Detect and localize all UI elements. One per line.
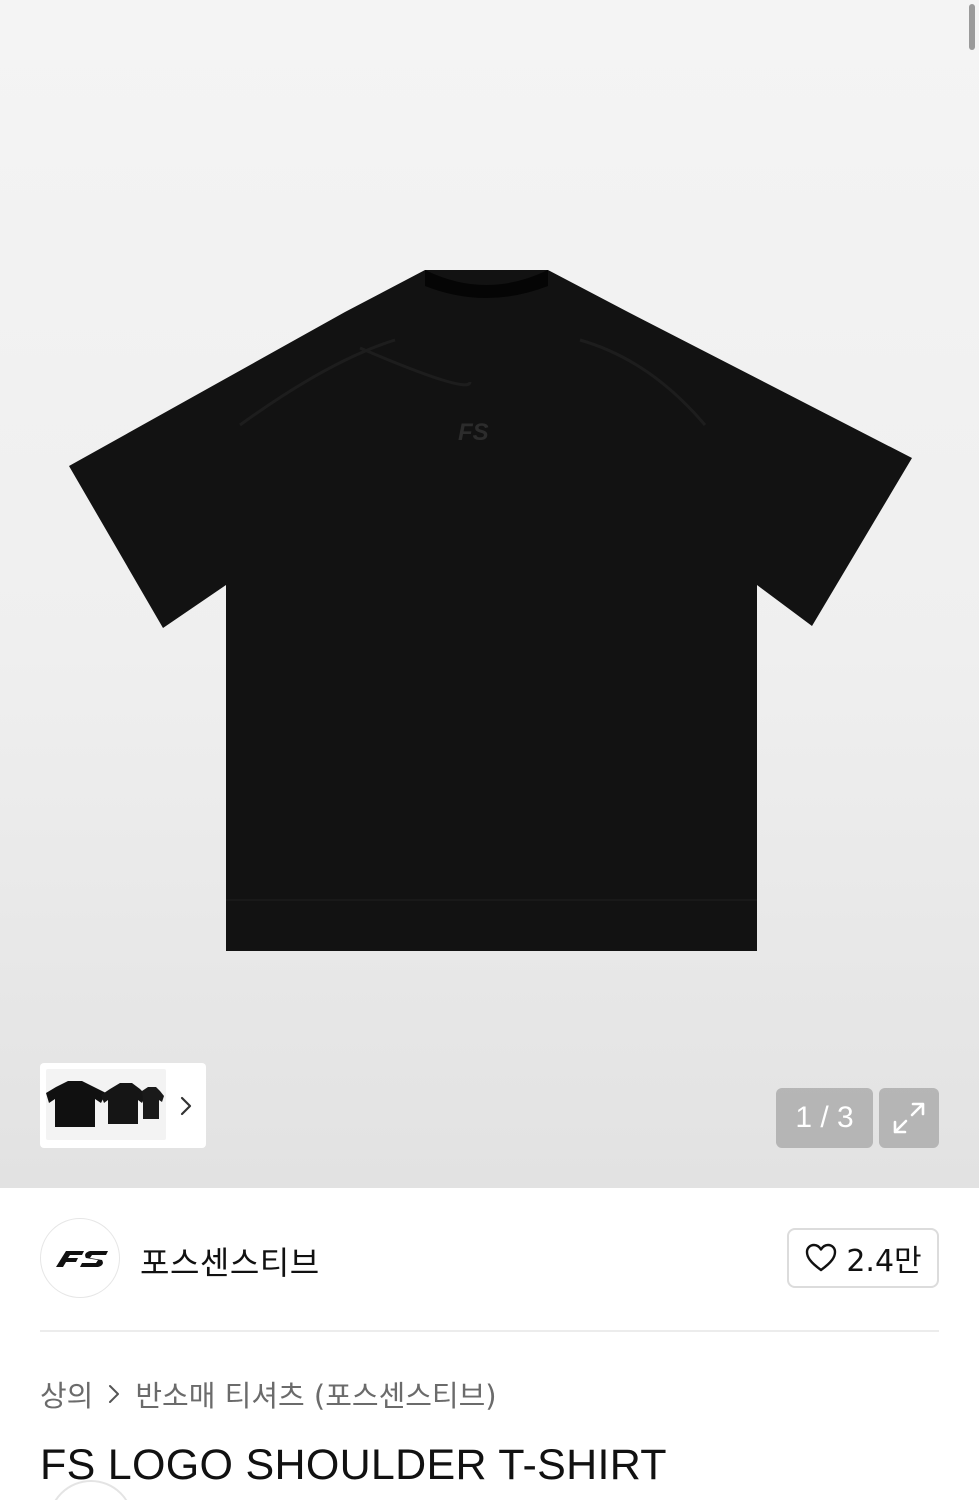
chevron-right-icon	[180, 1096, 192, 1116]
divider	[40, 1330, 939, 1332]
breadcrumb-item-subcategory[interactable]: 반소매 티셔츠 (포스센스티브)	[135, 1373, 496, 1415]
product-photo: FS	[69, 270, 912, 951]
chest-logo: FS	[458, 419, 489, 446]
thumbnail-strip[interactable]	[40, 1063, 206, 1148]
brand-row: FS 포스센스티브 2.4만	[40, 1218, 939, 1300]
thumbnail-image[interactable]	[46, 1069, 166, 1140]
thumbnail-tshirts	[46, 1081, 164, 1127]
product-title: FS LOGO SHOULDER T-SHIRT	[40, 1441, 667, 1489]
scroll-indicator[interactable]	[969, 4, 975, 50]
heart-icon	[806, 1243, 837, 1272]
expand-icon	[893, 1102, 925, 1134]
like-count: 2.4만	[846, 1244, 922, 1279]
breadcrumb: 상의 반소매 티셔츠 (포스센스티브)	[40, 1374, 497, 1414]
thumbnail-next-button[interactable]	[176, 1091, 196, 1121]
breadcrumb-item-category[interactable]: 상의	[40, 1373, 93, 1415]
product-image-gallery[interactable]: FS 1 / 3	[0, 0, 979, 1188]
svg-text:FS: FS	[50, 1243, 52, 1244]
tshirt-body	[69, 270, 912, 951]
like-button[interactable]: 2.4만	[787, 1228, 939, 1288]
brand-logo[interactable]: FS	[40, 1218, 120, 1298]
image-page-counter: 1 / 3	[776, 1088, 873, 1148]
chevron-right-icon	[109, 1385, 120, 1403]
brand-logo-mark: FS	[50, 1243, 108, 1267]
expand-button[interactable]	[879, 1088, 939, 1148]
brand-name[interactable]: 포스센스티브	[140, 1238, 320, 1284]
